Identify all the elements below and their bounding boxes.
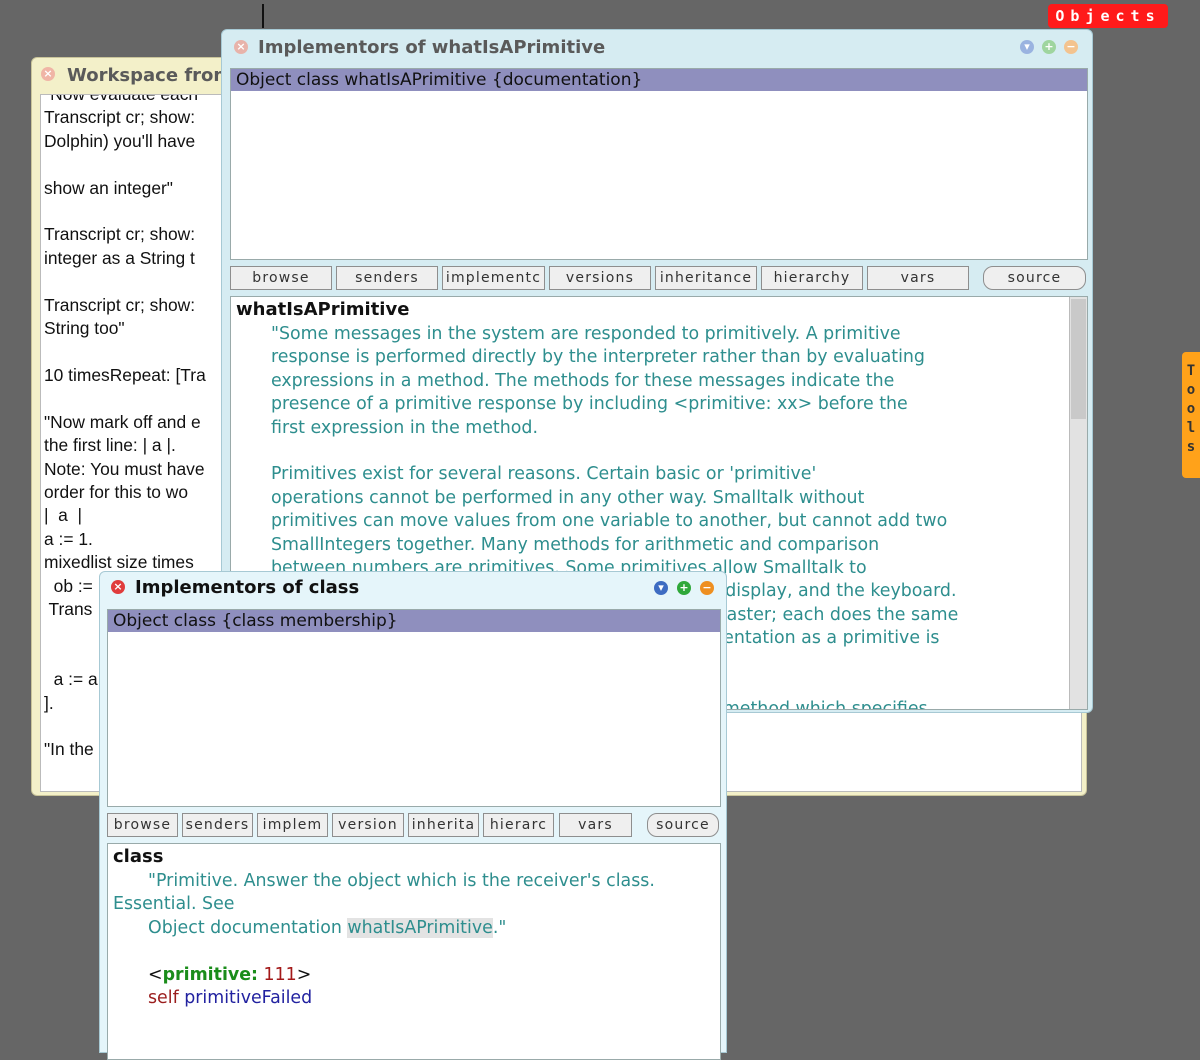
workspace-title: Workspace from <box>67 65 233 86</box>
vars-button[interactable]: vars <box>559 813 632 837</box>
implementors-titlebar[interactable]: × Implementors of class ▾ + − <box>100 572 726 602</box>
workspace-line: order for this to wo <box>44 481 189 502</box>
code-pane[interactable]: class "Primitive. Answer the object whic… <box>107 843 721 1060</box>
senders-button[interactable]: senders <box>182 813 253 837</box>
comment-text: ." <box>492 917 507 938</box>
message-selector: primitiveFailed <box>178 988 313 1009</box>
comment-line: Essential. See <box>113 894 235 915</box>
workspace-line: 10 timesRepeat: [Tra <box>44 364 206 385</box>
primitive-number: 111 <box>258 964 297 985</box>
browse-button[interactable]: browse <box>230 266 332 290</box>
versions-button[interactable]: versions <box>549 266 651 290</box>
scroll-thumb[interactable] <box>1071 299 1086 419</box>
self-keyword: self <box>148 988 179 1009</box>
hierarchy-button[interactable]: hierarc <box>483 813 554 837</box>
workspace-line: show an integer" <box>44 177 173 198</box>
comment-line: presence of a primitive response by incl… <box>271 394 908 415</box>
versions-button[interactable]: version <box>332 813 404 837</box>
implementors-titlebar[interactable]: × Implementors of whatIsAPrimitive ▾ + − <box>222 30 1092 60</box>
comment-line: response is performed directly by the in… <box>271 347 925 368</box>
workspace-line: a := 1. <box>44 528 93 549</box>
tools-flap-letter: o <box>1186 401 1196 417</box>
vars-button[interactable]: vars <box>867 266 969 290</box>
inheritance-button[interactable]: inheritance <box>655 266 757 290</box>
workspace-line <box>44 270 206 293</box>
method-name: whatIsAPrimitive <box>236 299 410 320</box>
window-title: Implementors of whatIsAPrimitive <box>258 37 606 58</box>
comment-line: "Some messages in the system are respond… <box>271 324 901 344</box>
inheritance-button[interactable]: inherita <box>408 813 479 837</box>
workspace-line <box>44 387 206 410</box>
button-bar: browse senders implem version inherita h… <box>107 813 721 839</box>
collapse-icon[interactable]: − <box>700 581 714 595</box>
tools-flap-letter: s <box>1186 439 1196 455</box>
implementors-window-class[interactable]: × Implementors of class ▾ + − Object cla… <box>99 571 727 1060</box>
workspace-line: String too" <box>44 318 125 339</box>
workspace-line: integer as a String t <box>44 247 195 268</box>
expand-icon[interactable]: + <box>1042 40 1056 54</box>
comment-line: first expression in the method. <box>271 417 538 438</box>
menu-icon[interactable]: ▾ <box>654 581 668 595</box>
hierarchy-button[interactable]: hierarchy <box>761 266 863 290</box>
browse-button[interactable]: browse <box>107 813 178 837</box>
comment-line: SmallIntegers together. Many methods for… <box>271 534 880 555</box>
workspace-line: | a | <box>44 505 83 526</box>
primitive-keyword: primitive: <box>162 964 259 985</box>
workspace-line: "Now mark off and e <box>44 411 201 432</box>
text-cursor <box>262 4 264 28</box>
statement-line: self primitiveFailed <box>108 987 720 1010</box>
close-icon[interactable]: × <box>41 67 55 81</box>
list-item[interactable]: Object class whatIsAPrimitive {documenta… <box>231 69 1087 91</box>
workspace-line <box>44 200 206 223</box>
window-title: Implementors of class <box>135 577 360 598</box>
tools-flap-letter: l <box>1186 420 1196 436</box>
workspace-line: Dolphin) you'll have <box>44 130 196 151</box>
method-body: "Primitive. Answer the object which is t… <box>108 870 720 1010</box>
implementors-list[interactable]: Object class {class membership} <box>107 609 721 807</box>
implementors-button[interactable]: implem <box>257 813 328 837</box>
senders-button[interactable]: senders <box>336 266 438 290</box>
expand-icon[interactable]: + <box>677 581 691 595</box>
comment-line: Object documentation whatIsAPrimitive." <box>108 917 720 940</box>
method-name: class <box>113 846 164 867</box>
workspace-line: Transcript cr; show: <box>44 294 196 315</box>
tools-flap-letter: o <box>1186 382 1196 398</box>
list-item[interactable]: Object class {class membership} <box>108 610 720 632</box>
comment-line: primitives can move values from one vari… <box>271 511 948 532</box>
comment-line: "Primitive. Answer the object which is t… <box>148 871 655 891</box>
workspace-line: "Now evaluate each <box>44 94 199 104</box>
selector-link[interactable]: whatIsAPrimitive <box>347 917 493 938</box>
collapse-icon[interactable]: − <box>1064 40 1078 54</box>
primitive-line: <primitive: 111> <box>108 964 720 987</box>
implementors-button[interactable]: implementc <box>442 266 545 290</box>
workspace-line: Transcript cr; show: <box>44 107 196 128</box>
workspace-line <box>44 153 206 176</box>
source-button[interactable]: source <box>983 266 1086 290</box>
comment-line: expressions in a method. The methods for… <box>271 370 895 391</box>
workspace-line: Note: You must have <box>44 458 205 479</box>
comment-line: operations cannot be performed in any ot… <box>271 487 865 508</box>
tools-flap-letter: T <box>1186 363 1196 379</box>
comment-line <box>271 440 958 463</box>
scrollbar[interactable] <box>1069 297 1087 709</box>
workspace-line: Transcript cr; show: <box>44 224 196 245</box>
implementors-list[interactable]: Object class whatIsAPrimitive {documenta… <box>230 68 1088 260</box>
button-bar: browse senders implementc versions inher… <box>230 266 1090 292</box>
primitive-bracket: > <box>296 964 312 985</box>
close-icon[interactable]: × <box>234 40 248 54</box>
menu-icon[interactable]: ▾ <box>1020 40 1034 54</box>
workspace-line <box>44 340 206 363</box>
comment-line: Primitives exist for several reasons. Ce… <box>271 464 817 485</box>
primitive-bracket: < <box>148 964 163 985</box>
close-icon[interactable]: × <box>111 580 125 594</box>
tools-flap[interactable]: T o o l s <box>1182 352 1200 478</box>
source-button[interactable]: source <box>647 813 719 837</box>
comment-text: Object documentation <box>148 917 348 938</box>
objects-flap[interactable]: Objects <box>1048 4 1168 28</box>
workspace-line: the first line: | a |. <box>44 435 176 456</box>
